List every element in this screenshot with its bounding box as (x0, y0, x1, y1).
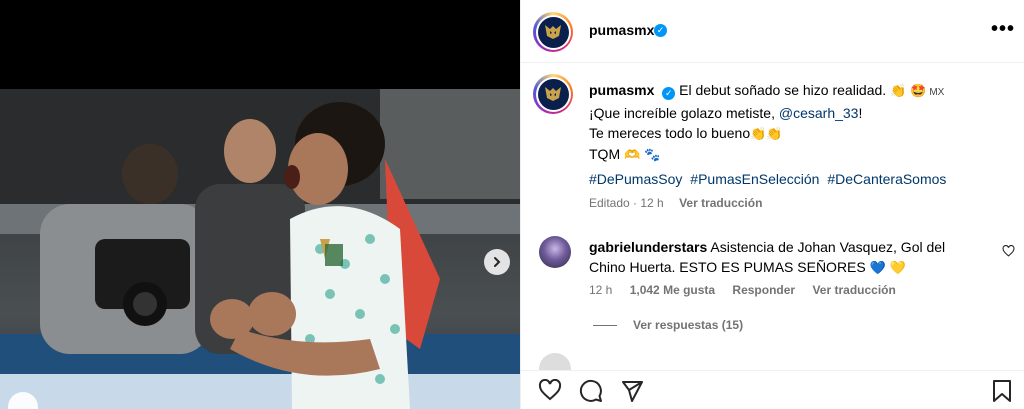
next-photo-button[interactable] (484, 249, 510, 275)
bookmark-icon[interactable] (991, 379, 1013, 403)
caption-author-avatar[interactable] (533, 74, 573, 114)
verified-badge-icon: ✓ (654, 24, 667, 37)
more-options-icon[interactable]: ••• (991, 19, 1015, 39)
view-replies-label: Ver respuestas (15) (633, 318, 744, 332)
caption-line-2-prefix: ¡Que increíble golazo metiste, (589, 105, 779, 121)
caption-line-2-suffix: ! (858, 105, 863, 121)
edited-timestamp: Editado · 12 h (589, 196, 664, 210)
paw-prints-icon: 🐾 (644, 147, 661, 162)
clapping-hands-icon: 👏👏 (750, 126, 783, 141)
see-translation-link[interactable]: Ver traducción (679, 196, 762, 210)
caption-line-1: El debut soñado se hizo realidad. (679, 82, 887, 98)
hashtag-link[interactable]: #DePumasSoy (589, 171, 682, 187)
yellow-heart-icon: 💛 (889, 260, 906, 275)
hashtag-link[interactable]: #DeCanteraSomos (827, 171, 946, 187)
share-icon[interactable] (620, 379, 644, 403)
comment-meta: 12 h 1,042 Me gusta Responder Ver traduc… (589, 283, 910, 297)
comment-icon[interactable] (579, 379, 603, 403)
post-header: pumasmx ✓ ••• (521, 0, 1024, 63)
post-actions (521, 370, 1024, 409)
mexico-flag-icon: MX (929, 87, 945, 98)
heart-icon[interactable] (538, 379, 562, 401)
post-caption: pumasmx ✓ El debut soñado se hizo realid… (589, 80, 1009, 165)
caption-username[interactable]: pumasmx (589, 82, 654, 98)
chevron-right-icon (494, 257, 501, 267)
comment-see-translation[interactable]: Ver traducción (812, 283, 895, 297)
caption-line-4: TQM (589, 146, 621, 162)
replies-divider (593, 324, 617, 326)
star-struck-icon: 🤩 (910, 83, 927, 98)
comment-body: gabrielunderstars Asistencia de Johan Va… (589, 237, 969, 278)
hashtag-link[interactable]: #PumasEnSelección (690, 171, 819, 187)
post-media (0, 0, 520, 409)
blue-heart-icon: 💙 (869, 260, 886, 275)
commenter-avatar[interactable] (539, 236, 571, 268)
commenter-username[interactable]: gabrielunderstars (589, 239, 707, 255)
post-details-panel: pumasmx ✓ ••• pumasmx ✓ El debut soñado … (520, 0, 1024, 409)
caption-meta: Editado · 12 h Ver traducción (589, 196, 762, 210)
hashtags: #DePumasSoy #PumasEnSelección #DeCantera… (589, 171, 950, 187)
verified-badge-icon: ✓ (662, 87, 676, 100)
comment-likes[interactable]: 1,042 Me gusta (630, 283, 715, 297)
clapping-hands-icon: 👏 (890, 83, 907, 98)
reply-button[interactable]: Responder (732, 283, 795, 297)
pumas-logo-icon (545, 87, 561, 101)
comment-like-heart-icon[interactable] (1002, 245, 1015, 257)
photo-illustration (0, 89, 520, 409)
author-avatar[interactable] (533, 12, 573, 52)
comment-time: 12 h (589, 283, 613, 297)
heart-hands-icon: 🫶 (624, 147, 641, 162)
pumas-logo-icon (545, 25, 561, 39)
post-photo (0, 89, 520, 409)
author-username[interactable]: pumasmx (589, 22, 654, 38)
caption-line-3: Te mereces todo lo bueno (589, 125, 751, 141)
view-replies-button[interactable]: Ver respuestas (15) (593, 318, 743, 332)
mention-link[interactable]: @cesarh_33 (779, 105, 859, 121)
